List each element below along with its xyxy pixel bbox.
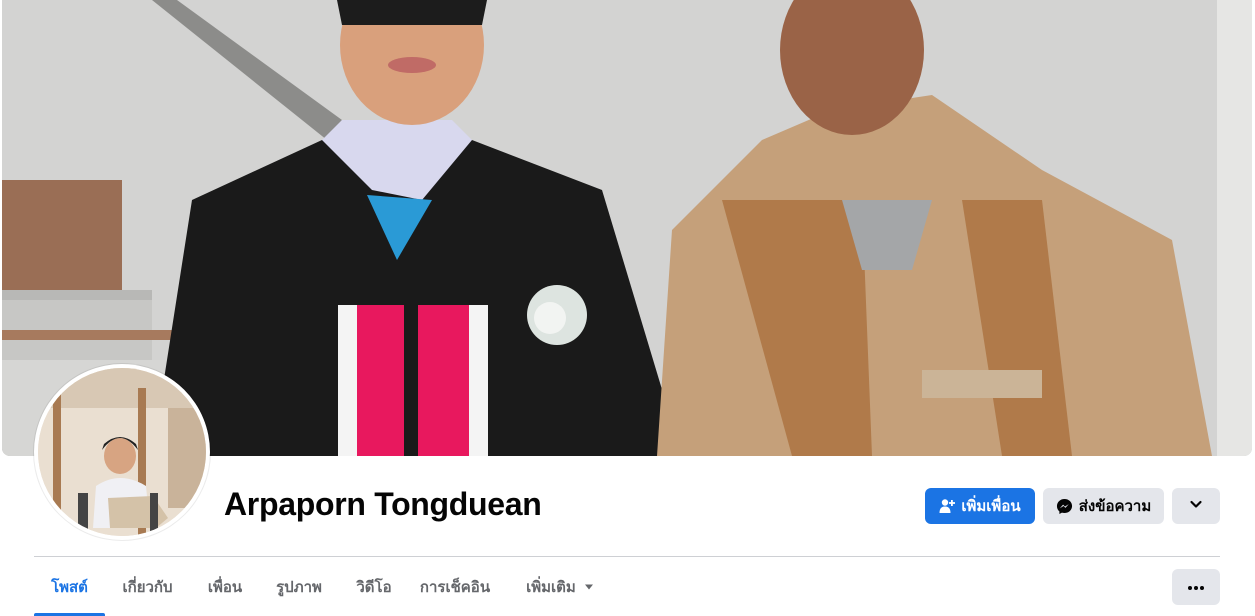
tab-videos[interactable]: วิดีโอ	[344, 557, 404, 616]
add-friend-icon	[939, 498, 956, 514]
messenger-icon	[1056, 498, 1073, 515]
tab-checkins[interactable]: การเช็คอิน	[414, 557, 496, 616]
profile-avatar[interactable]	[34, 364, 210, 540]
tab-label: เกี่ยวกับ	[122, 578, 173, 596]
tab-label: เพื่อน	[207, 578, 243, 596]
tab-label: โพสต์	[51, 578, 88, 596]
tab-label: รูปภาพ	[276, 578, 322, 596]
tab-friends[interactable]: เพื่อน	[194, 557, 256, 616]
tab-label: การเช็คอิน	[419, 578, 491, 596]
chevron-down-icon	[1189, 497, 1203, 515]
tab-photos[interactable]: รูปภาพ	[264, 557, 334, 616]
tab-label: เพิ่มเติม	[526, 578, 576, 596]
message-label: ส่งข้อความ	[1078, 498, 1152, 515]
avatar-photo	[38, 368, 206, 536]
tab-more[interactable]: เพิ่มเติม	[516, 557, 604, 616]
add-friend-button[interactable]: เพิ่มเพื่อน	[925, 488, 1035, 524]
tab-about[interactable]: เกี่ยวกับ	[109, 557, 186, 616]
more-options-button[interactable]	[1172, 569, 1220, 605]
more-options-icon	[1187, 578, 1205, 596]
add-friend-label: เพิ่มเพื่อน	[961, 498, 1021, 515]
tab-posts[interactable]: โพสต์	[34, 557, 105, 616]
profile-name: Arpaporn Tongduean	[224, 486, 542, 522]
tab-label: วิดีโอ	[356, 578, 392, 596]
message-button[interactable]: ส่งข้อความ	[1043, 488, 1164, 524]
more-actions-button[interactable]	[1172, 488, 1220, 524]
caret-down-icon	[584, 578, 594, 595]
